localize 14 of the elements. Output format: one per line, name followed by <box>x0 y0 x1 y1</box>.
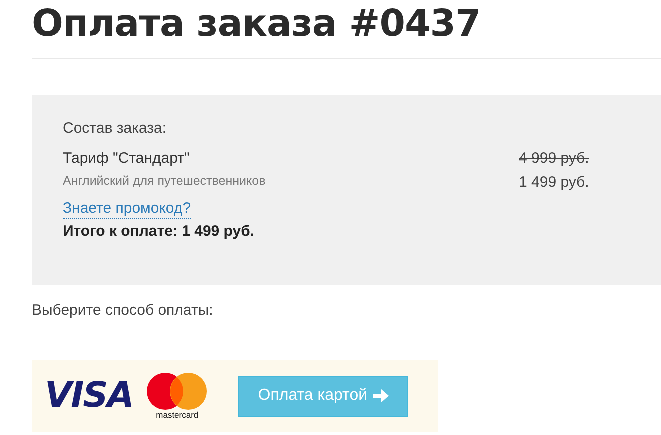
old-price: 4 999 руб. <box>519 150 590 168</box>
tariff-description: Английский для путешественников <box>63 173 267 189</box>
price: 1 499 руб. <box>519 174 590 192</box>
page-title: Оплата заказа #0437 <box>32 1 482 46</box>
visa-logo: VISA <box>45 378 134 414</box>
promo-code-link[interactable]: Знаете промокод? <box>63 200 192 219</box>
order-heading: Состав заказа: <box>63 120 168 138</box>
pay-by-card-button[interactable]: Оплата картой <box>238 376 408 416</box>
mastercard-circles-icon <box>147 372 208 410</box>
mastercard-logo-text: mastercard <box>156 410 199 420</box>
total-amount: Итого к оплате: 1 499 руб. <box>63 223 256 241</box>
payment-prompt: Выберите способ оплаты: <box>32 302 214 320</box>
arrow-right-icon <box>372 389 389 403</box>
tariff-name: Тариф "Стандарт" <box>63 150 191 168</box>
